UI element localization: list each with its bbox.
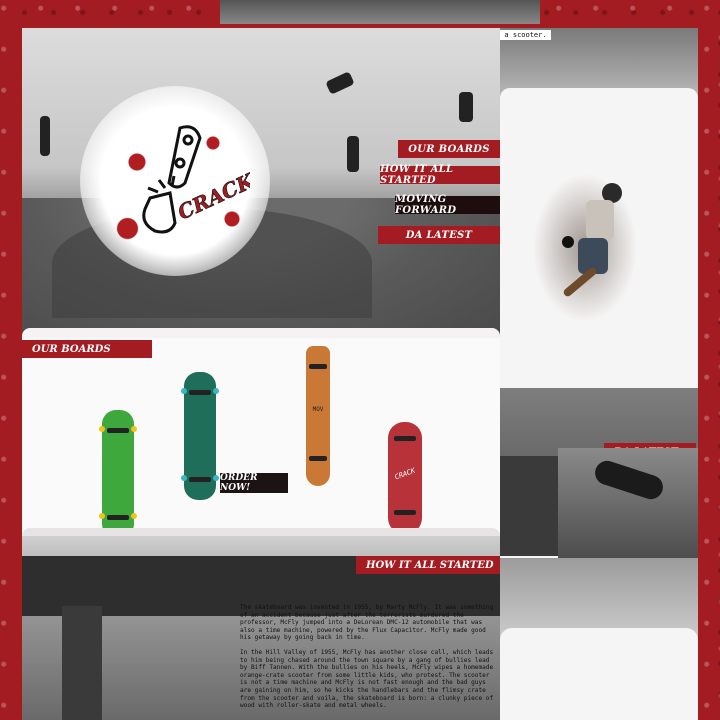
latest-photo-skater xyxy=(500,456,560,556)
brush-stroke xyxy=(500,88,698,108)
latest-photo-board xyxy=(558,448,698,558)
boards-section: OUR BOARDS MOV CRACK xyxy=(22,338,500,558)
hero-person xyxy=(459,92,473,122)
board-text: MOV xyxy=(312,406,324,413)
story-pillar xyxy=(62,606,102,720)
skater-cutout xyxy=(533,174,637,322)
main-page: CRACK OUR BOARDS HOW IT ALL STARTED MOVI… xyxy=(22,28,500,720)
brush-stroke xyxy=(500,628,698,668)
story-text: The skateboard was invented in 1955, by … xyxy=(240,604,500,717)
section-tag-how-it-all-started: HOW IT ALL STARTED xyxy=(356,556,500,574)
order-now-button[interactable]: ORDER NOW! xyxy=(220,473,288,493)
story-paragraph: The skateboard was invented in 1955, by … xyxy=(240,604,494,642)
hero-jumping-skater xyxy=(325,71,355,95)
red-cruiser-board[interactable]: CRACK xyxy=(388,422,422,534)
hero-person xyxy=(40,116,50,156)
top-photo-strip xyxy=(220,0,540,24)
story-paragraph: In the Hill Valley of 1955, McFly has an… xyxy=(240,648,494,710)
nav-da-latest[interactable]: DA LATEST xyxy=(378,226,500,244)
nav-how-it-all-started[interactable]: HOW IT ALL STARTED xyxy=(380,164,500,186)
crack-logo[interactable]: CRACK xyxy=(110,118,250,258)
orange-cruiser-board[interactable]: MOV xyxy=(306,346,330,486)
hero-section: CRACK OUR BOARDS HOW IT ALL STARTED MOVI… xyxy=(22,28,500,338)
right-caption: m a scooter. xyxy=(500,30,551,40)
green-skateboard[interactable] xyxy=(99,410,137,538)
skateboard-photo xyxy=(592,457,666,503)
hero-person xyxy=(347,136,359,172)
nav-our-boards[interactable]: OUR BOARDS xyxy=(398,140,500,158)
teal-skateboard[interactable] xyxy=(181,372,219,500)
board-text: CRACK xyxy=(393,466,417,482)
section-tag-our-boards: OUR BOARDS xyxy=(22,340,152,358)
nav-moving-forward[interactable]: MOVING FORWARD xyxy=(395,194,500,216)
right-page: m a scooter. DA LATEST xyxy=(500,28,698,720)
